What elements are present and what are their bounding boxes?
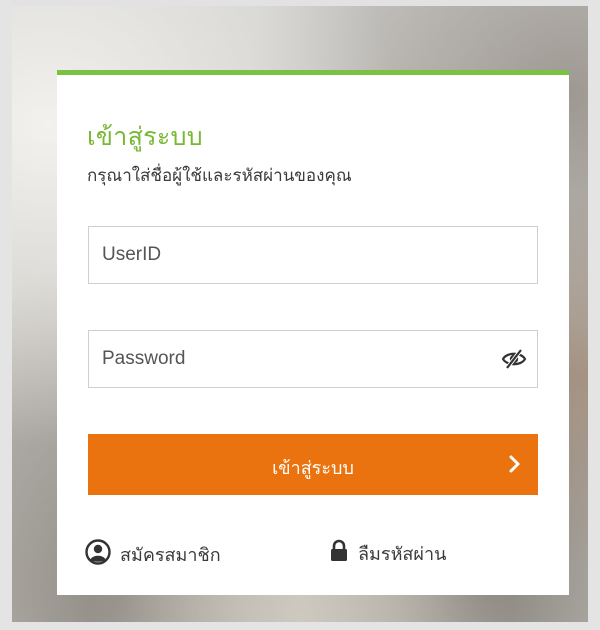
frame-border-left <box>0 0 12 630</box>
page-background: เข้าสู่ระบบ กรุณาใส่ชื่อผู้ใช้และรหัสผ่า… <box>0 0 600 630</box>
register-link-label: สมัครสมาชิก <box>120 545 221 565</box>
forgot-password-label: ลืมรหัสผ่าน <box>358 544 447 564</box>
frame-border-right <box>588 0 600 630</box>
password-field <box>88 330 538 388</box>
register-link[interactable]: สมัครสมาชิก <box>85 539 221 570</box>
forgot-password-link[interactable]: ลืมรหัสผ่าน <box>329 539 446 568</box>
login-card: เข้าสู่ระบบ กรุณาใส่ชื่อผู้ใช้และรหัสผ่า… <box>57 70 569 595</box>
eye-slash-icon[interactable] <box>501 348 527 370</box>
login-subtitle: กรุณาใส่ชื่อผู้ใช้และรหัสผ่านของคุณ <box>87 166 352 185</box>
userid-field <box>88 226 538 284</box>
frame-border-bottom <box>0 622 600 630</box>
password-input[interactable] <box>89 331 469 387</box>
login-button[interactable]: เข้าสู่ระบบ <box>88 434 538 495</box>
lock-icon <box>329 539 349 568</box>
chevron-right-icon <box>508 454 522 474</box>
frame-border-top <box>0 0 600 6</box>
login-title: เข้าสู่ระบบ <box>87 123 203 151</box>
login-button-label: เข้าสู่ระบบ <box>272 458 354 478</box>
user-circle-icon <box>85 539 111 570</box>
userid-input[interactable] <box>89 227 469 283</box>
